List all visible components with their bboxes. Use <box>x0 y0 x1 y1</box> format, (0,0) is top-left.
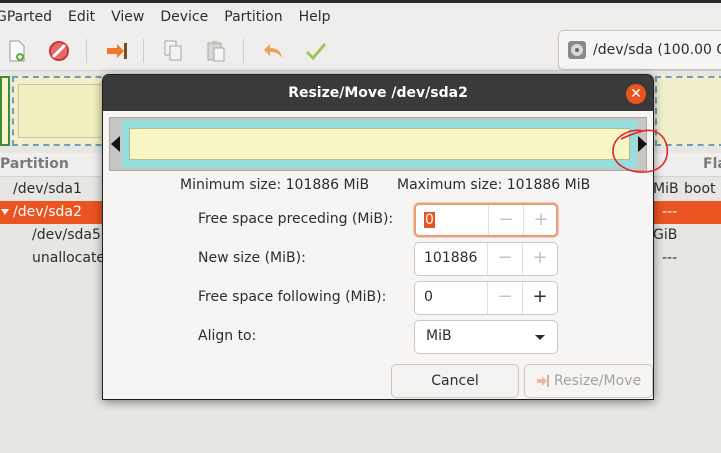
partition-size-unit: GiB <box>653 227 678 243</box>
paste-button[interactable] <box>202 37 230 65</box>
partition-block[interactable] <box>129 128 630 160</box>
maximum-size-label: Maximum size: 101886 MiB <box>397 177 591 193</box>
minimum-size-label: Minimum size: 101886 MiB <box>180 177 370 193</box>
increment-preceding-button[interactable]: + <box>524 205 558 235</box>
partition-resizer[interactable] <box>109 117 647 171</box>
minus-icon: − <box>497 247 513 268</box>
close-icon: ✕ <box>630 86 642 102</box>
decrement-preceding-button[interactable]: − <box>489 205 523 235</box>
red-circle-annotation <box>612 129 669 173</box>
new-partition-button[interactable] <box>3 37 31 65</box>
apply-icon <box>305 43 327 61</box>
resize-handle-left-icon[interactable] <box>111 136 120 152</box>
free-space-following-spinbutton[interactable]: 0 − + <box>414 281 558 315</box>
new-size-input[interactable]: 101886 <box>424 250 477 266</box>
resize-move-button[interactable] <box>103 37 131 65</box>
align-to-dropdown[interactable]: MiB <box>414 320 558 354</box>
partition-size-unit: MiB <box>653 181 679 197</box>
hard-disk-icon <box>568 41 586 59</box>
partition-flags: boot <box>684 181 716 197</box>
toolbar-separator <box>243 39 244 63</box>
delete-icon <box>49 41 69 61</box>
partition-name: /dev/sda5 <box>32 227 101 243</box>
disk-map-partition-sda5 <box>18 84 106 138</box>
free-space-preceding-label: Free space preceding (MiB): <box>198 211 394 227</box>
undo-button[interactable] <box>259 37 287 65</box>
partition-name: unallocate <box>32 250 106 266</box>
window-background <box>0 400 721 453</box>
chevron-down-icon <box>535 335 545 340</box>
new-icon <box>9 40 25 62</box>
device-label: /dev/sda (100.00 G <box>593 42 721 58</box>
cancel-label: Cancel <box>431 373 479 389</box>
header-partition[interactable]: Partition <box>0 156 69 172</box>
plus-icon: + <box>532 247 548 268</box>
partition-flags: --- <box>662 204 678 220</box>
delete-partition-button[interactable] <box>45 37 73 65</box>
align-to-label: Align to: <box>198 328 257 344</box>
partition-name: /dev/sda1 <box>13 181 82 197</box>
decrement-following-button[interactable]: − <box>488 282 522 314</box>
increment-new-size-button[interactable]: + <box>523 243 557 275</box>
menu-help[interactable]: Help <box>294 9 342 25</box>
resize-move-label: Resize/Move <box>553 373 642 389</box>
apply-button[interactable] <box>302 37 330 65</box>
undo-icon <box>264 44 282 58</box>
resize-move-icon <box>107 43 127 59</box>
copy-button[interactable] <box>159 37 187 65</box>
resize-move-icon <box>536 375 549 387</box>
cancel-button[interactable]: Cancel <box>391 364 519 398</box>
free-space-following-input[interactable]: 0 <box>424 289 433 305</box>
menu-device[interactable]: Device <box>155 9 219 25</box>
new-size-spinbutton[interactable]: 101886 − + <box>414 242 558 276</box>
new-size-label: New size (MiB): <box>198 250 306 266</box>
free-space-following-label: Free space following (MiB): <box>198 289 387 305</box>
expander-icon[interactable] <box>1 209 9 215</box>
toolbar-separator <box>143 39 144 63</box>
menu-edit[interactable]: Edit <box>63 9 106 25</box>
decrement-new-size-button[interactable]: − <box>488 243 522 275</box>
toolbar-separator <box>86 39 87 63</box>
minus-icon: − <box>498 209 514 230</box>
minus-icon: − <box>497 286 513 307</box>
plus-icon: + <box>532 286 548 307</box>
increment-following-button[interactable]: + <box>523 282 557 314</box>
paste-icon <box>207 41 225 62</box>
menu-partition[interactable]: Partition <box>219 9 293 25</box>
menu-view[interactable]: View <box>106 9 155 25</box>
resize-move-confirm-button[interactable]: Resize/Move <box>524 364 653 398</box>
close-button[interactable]: ✕ <box>626 84 646 104</box>
menu-gparted[interactable]: GParted <box>0 9 63 25</box>
partition-name: /dev/sda2 <box>13 204 82 220</box>
disk-map-partition-sda1[interactable] <box>0 76 10 146</box>
menubar: GParted Edit View Device Partition Help <box>0 3 721 31</box>
align-to-value: MiB <box>426 328 452 344</box>
copy-icon <box>164 40 182 61</box>
dialog-title: Resize/Move /dev/sda2 <box>288 85 468 101</box>
device-selector[interactable]: /dev/sda (100.00 G <box>558 30 721 70</box>
disk-map-partition-sda2[interactable] <box>12 76 112 146</box>
free-space-preceding-input[interactable]: 0 <box>424 212 435 228</box>
partition-flags: --- <box>662 250 678 266</box>
free-space-preceding-spinbutton[interactable]: 0 − + <box>414 203 558 237</box>
plus-icon: + <box>533 209 549 230</box>
header-flags[interactable]: Fla <box>703 156 721 172</box>
resize-move-dialog: Resize/Move /dev/sda2 ✕ Minimum size: 10… <box>102 74 669 400</box>
